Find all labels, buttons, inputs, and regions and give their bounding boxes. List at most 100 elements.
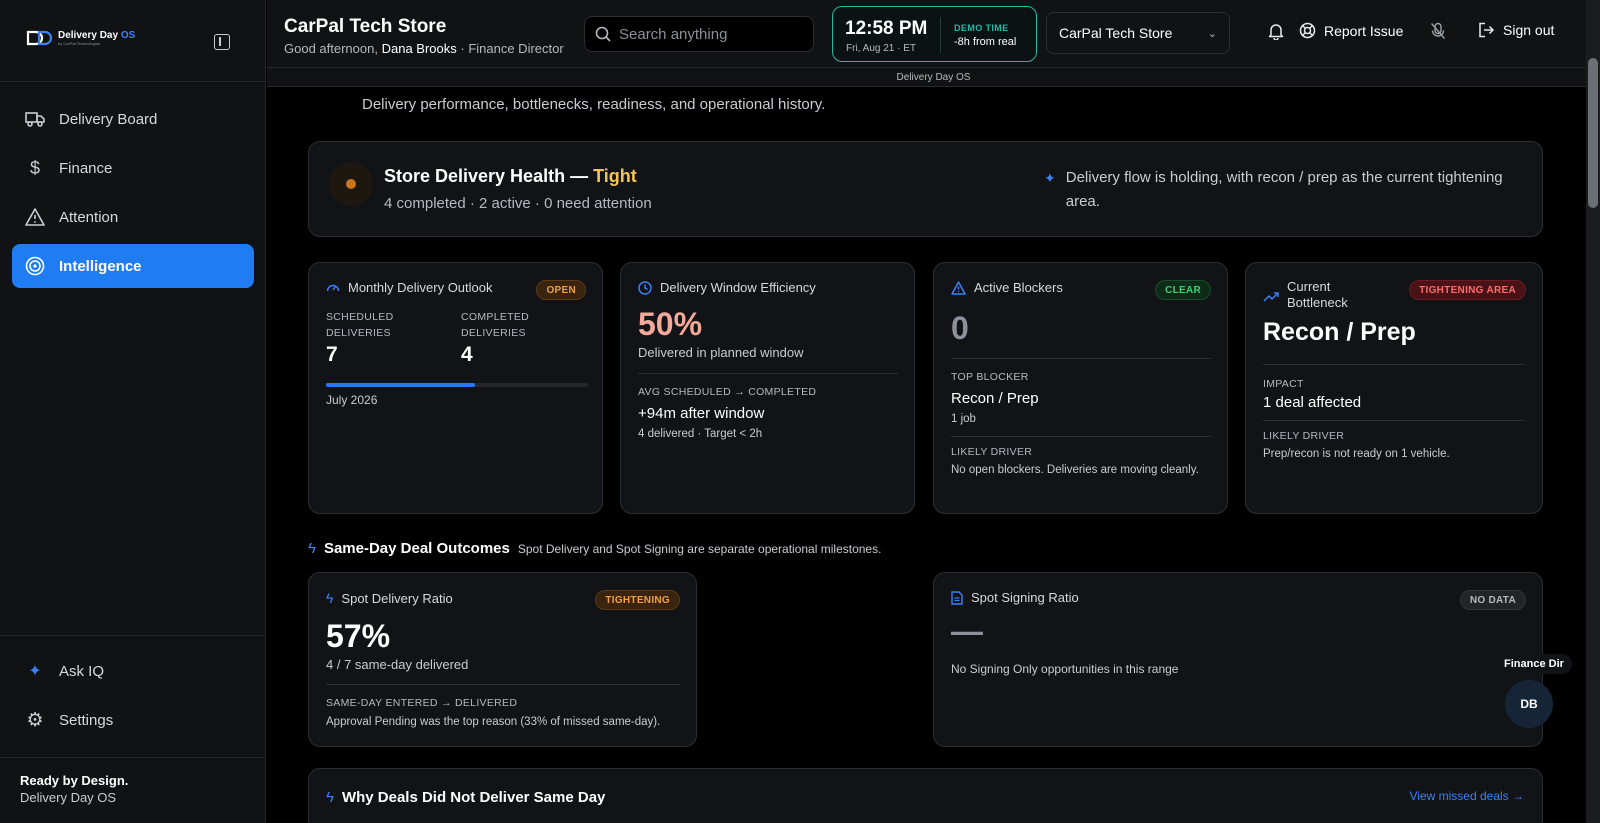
app-root: Delivery Day OS by CarPal Technologies D… (0, 0, 1600, 823)
document-icon (951, 590, 963, 605)
driver-label: LIKELY DRIVER (951, 446, 1033, 458)
sidebar-item-intelligence[interactable]: Intelligence (12, 244, 254, 288)
card-divider (1263, 364, 1525, 365)
sidebar-item-ask-iq[interactable]: ✦ Ask IQ (12, 649, 254, 693)
efficiency-value: 50% (638, 306, 703, 342)
store-select[interactable]: CarPal Tech Store ⌄ (1046, 12, 1230, 54)
flow-label: SAME-DAY ENTERED → DELIVERED (326, 697, 518, 709)
sidebar-divider (0, 635, 266, 636)
sidebar-item-label: Finance (59, 159, 113, 177)
card-divider (1263, 420, 1525, 421)
sparkle-icon: ✦ (1044, 170, 1056, 186)
health-status-dot (329, 162, 373, 206)
search-icon (595, 26, 611, 42)
card-title: Monthly Delivery Outlook (348, 280, 493, 295)
store-select-value: CarPal Tech Store (1059, 25, 1173, 41)
spot-signing-card[interactable]: Spot Signing Ratio NO DATA — No Signing … (933, 572, 1543, 747)
card-divider (638, 373, 898, 374)
status-badge: TIGHTENING (595, 590, 680, 610)
page-subtitle: Delivery performance, bottlenecks, readi… (362, 96, 826, 113)
lifebuoy-icon (1299, 22, 1316, 39)
demo-clock[interactable]: 12:58 PM Fri, Aug 21 · ET DEMO TIME -8h … (832, 6, 1037, 62)
store-health-card: Store Delivery Health — Tight 4 complete… (308, 141, 1543, 237)
card-title: Why Deals Did Not Deliver Same Day (341, 789, 606, 806)
warning-icon (25, 207, 45, 227)
time-offset: -8h from real (954, 36, 1017, 48)
status-badge: NO DATA (1459, 590, 1526, 610)
card-header: Current Bottleneck (1263, 279, 1367, 311)
status-badge: CLEAR (1155, 280, 1211, 300)
card-header: Active Blockers (951, 280, 1063, 295)
microphone-off-icon (1430, 22, 1446, 39)
efficiency-desc: Delivered in planned window (638, 345, 804, 360)
user-role: · Finance Director (460, 41, 564, 56)
completed-label: COMPLETED DELIVERIES (461, 311, 530, 339)
bell-icon (1268, 24, 1284, 40)
sidebar-item-label: Attention (59, 208, 119, 226)
sidebar-item-settings[interactable]: ⚙ Settings (12, 698, 254, 742)
monthly-outlook-card[interactable]: Monthly Delivery Outlook OPEN SCHEDULED … (308, 262, 603, 514)
window-efficiency-card[interactable]: Delivery Window Efficiency 50% Delivered… (620, 262, 915, 514)
brand-name-accent: OS (120, 29, 136, 41)
sidebar-item-attention[interactable]: Attention (12, 195, 254, 239)
view-missed-deals-link[interactable]: View missed deals → (1410, 789, 1525, 803)
card-divider (951, 436, 1211, 437)
greeting: Good afternoon, Dana Brooks · Finance Di… (284, 41, 564, 56)
chevron-down-icon: ⌄ (1207, 27, 1217, 40)
demo-time-label: DEMO TIME (954, 23, 1009, 33)
card-divider (326, 684, 680, 685)
driver-value: Prep/recon is not ready on 1 vehicle. (1263, 448, 1450, 460)
sign-out-button[interactable]: Sign out (1478, 22, 1554, 38)
health-title: Store Delivery Health — Tight (384, 166, 637, 187)
status-badge: OPEN (536, 280, 586, 300)
active-blockers-card[interactable]: Active Blockers CLEAR 0 TOP BLOCKER Reco… (933, 262, 1228, 514)
lightning-icon: ϟ (326, 590, 334, 606)
search-box[interactable] (584, 16, 814, 52)
collapse-sidebar-icon[interactable] (214, 34, 230, 50)
truck-icon (25, 109, 45, 129)
report-issue-button[interactable]: Report Issue (1299, 22, 1403, 39)
sidebar-item-label: Delivery Board (59, 110, 158, 128)
lightning-icon: ϟ (308, 540, 316, 557)
gear-icon: ⚙ (26, 709, 44, 731)
brand-logo[interactable]: Delivery Day OS by CarPal Technologies (26, 30, 135, 46)
notifications-button[interactable] (1268, 22, 1284, 40)
current-bottleneck-card[interactable]: Current Bottleneck TIGHTENING AREA Recon… (1245, 262, 1543, 514)
footer-product: Delivery Day OS (20, 790, 117, 805)
avatar[interactable]: DB (1505, 680, 1553, 728)
top-blocker-value: Recon / Prep (951, 390, 1039, 407)
card-header: ϟ Spot Delivery Ratio (326, 590, 453, 606)
card-title: Spot Delivery Ratio (341, 590, 453, 606)
top-header: CarPal Tech Store Good afternoon, Dana B… (267, 0, 1600, 68)
avg-note: 4 delivered · Target < 2h (638, 428, 763, 440)
scrollbar[interactable] (1586, 0, 1600, 823)
sign-out-icon (1479, 22, 1495, 38)
same-day-section-header: ϟ Same-Day Deal Outcomes Spot Delivery a… (308, 540, 881, 557)
mute-button[interactable] (1430, 22, 1446, 40)
card-header: ϟ Why Deals Did Not Deliver Same Day (326, 789, 605, 806)
month-label: July 2026 (326, 393, 378, 407)
impact-value: 1 deal affected (1263, 394, 1362, 411)
sidebar-item-finance[interactable]: $ Finance (12, 146, 254, 190)
sparkle-icon: ✦ (28, 663, 42, 680)
search-input[interactable] (619, 25, 799, 43)
sidebar-item-label: Settings (59, 711, 114, 729)
sidebar-footer: Ready by Design. Delivery Day OS (20, 772, 128, 806)
sign-out-label: Sign out (1503, 22, 1555, 38)
greeting-prefix: Good afternoon, (284, 41, 378, 56)
sidebar-item-delivery-board[interactable]: Delivery Board (12, 97, 254, 141)
scheduled-value: 7 (326, 343, 338, 366)
spot-delivery-value: 57% (326, 618, 391, 654)
app-subbar: Delivery Day OS (267, 68, 1600, 87)
target-icon (25, 256, 45, 276)
health-summary: 4 completed · 2 active · 0 need attentio… (384, 195, 652, 212)
sidebar-divider (0, 757, 266, 758)
spot-delivery-card[interactable]: ϟ Spot Delivery Ratio TIGHTENING 57% 4 /… (308, 572, 697, 747)
scrollbar-thumb[interactable] (1588, 58, 1598, 208)
spot-delivery-desc: 4 / 7 same-day delivered (326, 657, 469, 672)
sidebar-divider (0, 81, 266, 82)
avatar-role-tag: Finance Dir (1496, 654, 1572, 674)
clock-date: Fri, Aug 21 · ET (846, 43, 917, 54)
brand-tagline: by CarPal Technologies (58, 40, 100, 46)
health-status: Tight (593, 166, 637, 186)
